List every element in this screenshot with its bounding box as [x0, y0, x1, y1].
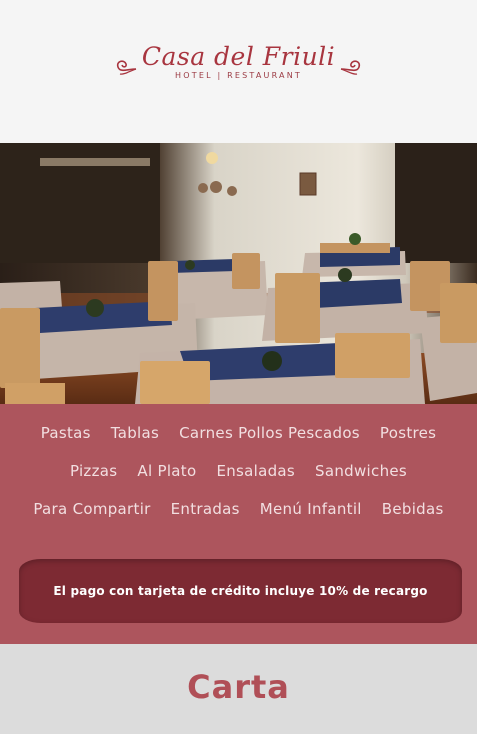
brand-name: Casa del Friuli — [141, 41, 336, 71]
menu-row-2: Pizzas Al Plato Ensaladas Sandwiches — [0, 462, 477, 480]
menu-categories: Pastas Tablas Carnes Pollos Pescados Pos… — [0, 404, 477, 644]
page-title: Carta — [187, 668, 290, 706]
menu-item-bebidas[interactable]: Bebidas — [382, 500, 444, 518]
menu-item-entradas[interactable]: Entradas — [171, 500, 240, 518]
footer: Carta — [0, 644, 477, 734]
menu-item-menu-infantil[interactable]: Menú Infantil — [260, 500, 362, 518]
menu-item-pastas[interactable]: Pastas — [41, 424, 91, 442]
menu-item-para-compartir[interactable]: Para Compartir — [33, 500, 150, 518]
hero-image — [0, 143, 477, 404]
menu-item-al-plato[interactable]: Al Plato — [137, 462, 196, 480]
menu-item-sandwiches[interactable]: Sandwiches — [315, 462, 407, 480]
menu-row-1: Pastas Tablas Carnes Pollos Pescados Pos… — [0, 424, 477, 442]
header: Casa del Friuli HOTEL | RESTAURANT — [0, 0, 477, 143]
menu-item-postres[interactable]: Postres — [380, 424, 436, 442]
credit-card-notice: El pago con tarjeta de crédito incluye 1… — [19, 559, 462, 623]
menu-item-carnes[interactable]: Carnes Pollos Pescados — [179, 424, 360, 442]
brand-logo[interactable]: Casa del Friuli HOTEL | RESTAURANT — [114, 41, 363, 80]
brand-tagline: HOTEL | RESTAURANT — [175, 70, 302, 80]
right-flourish-icon — [340, 59, 361, 75]
restaurant-dining-room-photo — [0, 143, 477, 404]
left-flourish-icon — [116, 59, 137, 75]
menu-row-3: Para Compartir Entradas Menú Infantil Be… — [0, 500, 477, 518]
menu-item-tablas[interactable]: Tablas — [111, 424, 159, 442]
menu-item-ensaladas[interactable]: Ensaladas — [216, 462, 295, 480]
menu-item-pizzas[interactable]: Pizzas — [70, 462, 117, 480]
